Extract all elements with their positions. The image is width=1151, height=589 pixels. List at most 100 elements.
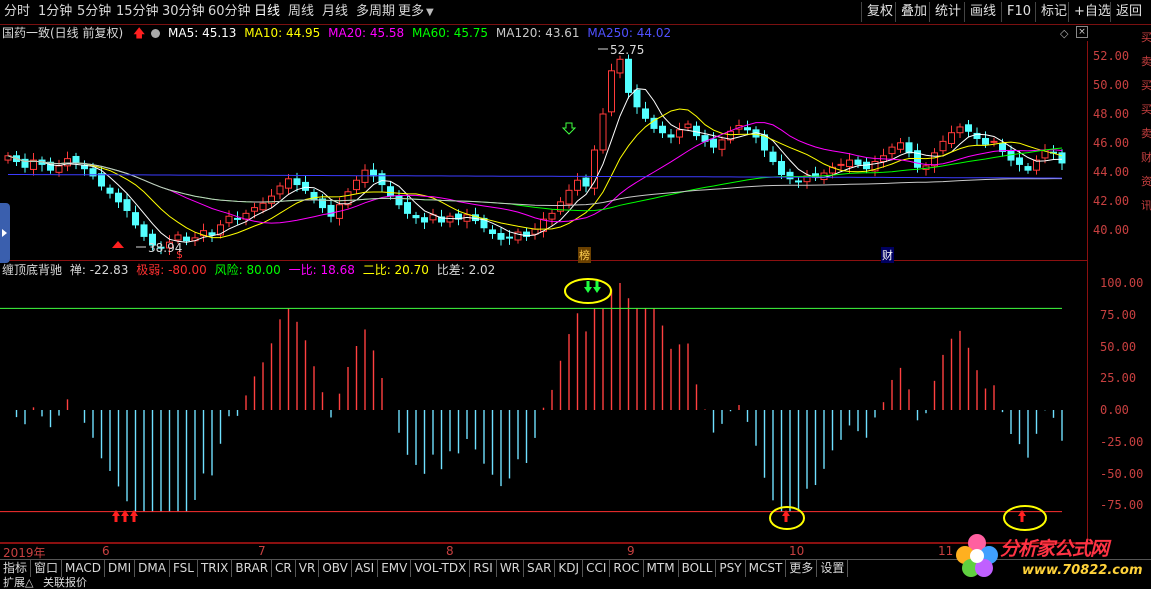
candle-body [404, 202, 411, 214]
indicator-tab[interactable]: DMI [105, 560, 136, 577]
ma250-line [8, 174, 1063, 179]
indicator-tab[interactable]: MCST [746, 560, 787, 577]
candle-body [1058, 152, 1066, 164]
candle-body [837, 163, 845, 166]
indicator-tab[interactable]: ROC [610, 560, 644, 577]
indicator-tab[interactable]: ASI [352, 560, 379, 577]
candle-body [123, 199, 131, 211]
related-quote-button[interactable]: 关联报价 [43, 576, 87, 589]
indicator-yibi: 一比: 18.68 [288, 263, 355, 277]
candle-body [769, 151, 777, 163]
logo-text: 分析家公式网 [1000, 538, 1109, 560]
candle-body [633, 89, 641, 108]
candle-body [718, 139, 726, 150]
indicator-tab[interactable]: 指标 [0, 560, 32, 577]
indicator-tab[interactable]: CR [272, 560, 296, 577]
status-bar: 扩展△ 关联报价 [0, 577, 87, 588]
ma20-line [7, 122, 1063, 224]
price-tick-label: 44.00 [1093, 165, 1130, 179]
price-tick-label: 46.00 [1093, 136, 1130, 150]
indicator-tab[interactable]: MACD [62, 560, 106, 577]
candle-body [251, 207, 258, 212]
candle-body [608, 70, 615, 113]
indicator-bicha: 比差: 2.02 [436, 263, 496, 277]
candle-body [778, 161, 785, 175]
candle-body [276, 185, 284, 195]
candle-body [684, 123, 692, 129]
top-signal-arrow-icon [584, 281, 592, 293]
back-button[interactable]: 返回 [1110, 2, 1147, 22]
candle-body [72, 155, 80, 164]
indicator-tab[interactable]: CCI [583, 560, 611, 577]
candle-body [990, 140, 998, 143]
left-expand-handle[interactable] [0, 203, 10, 263]
candle-body [693, 125, 700, 137]
indicator-tab[interactable]: WR [497, 560, 525, 577]
indicator-tab[interactable]: DMA [135, 560, 170, 577]
indicator-chan: 禅: -22.83 [69, 263, 129, 277]
indicator-tab[interactable]: PSY [716, 560, 746, 577]
candle-body [225, 215, 233, 224]
indicator-tab[interactable]: FSL [170, 560, 198, 577]
expand-button[interactable]: 扩展△ [3, 576, 33, 589]
indicator-tick-label: -25.00 [1100, 434, 1144, 449]
indicator-jiruo: 极弱: -80.00 [136, 263, 207, 277]
candle-body [1016, 157, 1023, 165]
month-label: 6 [102, 544, 110, 558]
indicator-tab[interactable]: TRIX [198, 560, 233, 577]
indicator-tab[interactable]: KDJ [555, 560, 584, 577]
indicator-tab[interactable]: VR [296, 560, 320, 577]
indicator-tab[interactable]: OBV [319, 560, 352, 577]
indicator-erbi: 二比: 20.70 [362, 263, 429, 277]
ma120-line [7, 155, 1062, 206]
ma5-line [7, 88, 1063, 243]
indicator-name: 缠顶底背驰 [2, 263, 63, 277]
month-label: 10 [789, 544, 805, 558]
candle-body [846, 159, 853, 168]
candle-body [948, 132, 955, 145]
candle-body [506, 236, 513, 239]
candle-body [667, 134, 675, 138]
candle-body [293, 178, 301, 186]
price-tick-label: 42.00 [1093, 194, 1130, 208]
watermark-logo: 分析家公式网 www.70822.com [952, 527, 1151, 587]
candle-body [574, 179, 581, 191]
candle-body [497, 233, 505, 240]
indicator-tab[interactable]: RSI [470, 560, 497, 577]
candle-body [786, 171, 794, 180]
indicator-tab[interactable]: 设置 [817, 560, 849, 577]
candle-body [106, 187, 114, 194]
candle-body [548, 212, 556, 220]
side-info-text: 买卖买买卖财资讯 [1141, 31, 1151, 212]
indicator-tab[interactable]: BOLL [679, 560, 717, 577]
price-tick-label: 50.00 [1093, 78, 1130, 92]
indicator-tab[interactable]: SAR [524, 560, 556, 577]
candle-body [565, 189, 573, 205]
candle-body [710, 138, 717, 148]
candle-body [98, 173, 105, 187]
candle-body [659, 125, 666, 134]
candle-body [64, 158, 71, 167]
price-tick-label: 40.00 [1093, 223, 1130, 237]
high-price-label: 52.75 [610, 43, 645, 57]
candle-body [285, 178, 292, 189]
indicator-tab[interactable]: 更多 [786, 560, 818, 577]
indicator-tab[interactable]: MTM [644, 560, 679, 577]
candle-body [625, 58, 632, 93]
indicator-tab[interactable]: EMV [378, 560, 412, 577]
indicator-tick-label: 100.00 [1100, 276, 1144, 290]
candle-body [412, 215, 420, 219]
indicator-tab[interactable]: BRAR [232, 560, 273, 577]
buy-hint-arrow-icon [561, 122, 577, 135]
indicator-tab[interactable]: 窗口 [31, 560, 63, 577]
candle-body [208, 232, 216, 236]
candle-body [676, 129, 683, 138]
candle-body [642, 108, 649, 119]
candle-body [965, 124, 972, 132]
logo-url: www.70822.com [1022, 563, 1143, 578]
candle-body [353, 179, 360, 191]
indicator-tab[interactable]: VOL-TDX [411, 560, 471, 577]
candle-body [140, 224, 148, 237]
candle-body [582, 177, 590, 187]
indicator-tick-label: 75.00 [1100, 307, 1137, 322]
